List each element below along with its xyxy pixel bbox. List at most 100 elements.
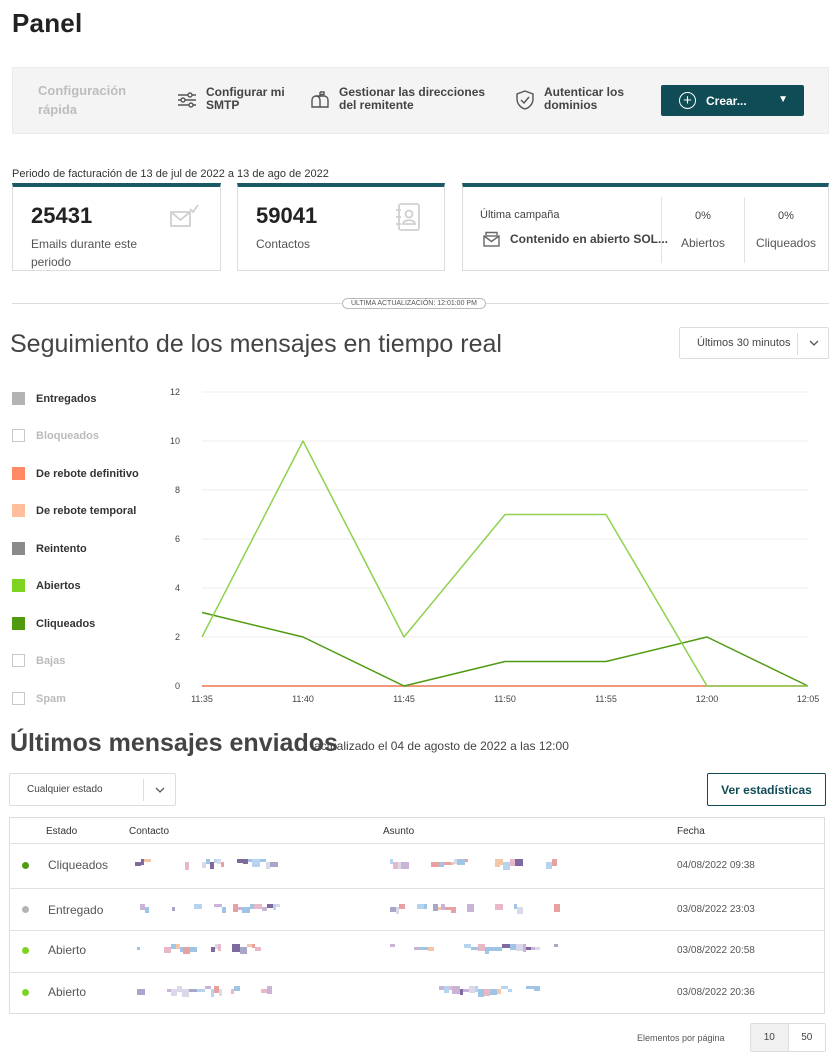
column-header-contact: Contacto <box>129 826 170 837</box>
redacted-subject <box>390 944 558 956</box>
create-button[interactable]: + Crear... ▼ <box>661 85 804 116</box>
last-campaign-card[interactable]: Última campaña Contenido en abierto SOL.… <box>462 183 829 271</box>
authenticate-domains-label: Autenticar los dominios <box>544 85 625 112</box>
configure-smtp-link[interactable]: Configurar mi SMTP <box>176 86 286 112</box>
y-tick-label: 0 <box>175 681 180 691</box>
contacts-card: 59041 Contactos <box>237 183 445 271</box>
redacted-contact <box>137 944 277 956</box>
redacted-contact <box>135 859 278 871</box>
quick-setup-bar: Configuración rápida Configurar mi SMTP … <box>12 67 829 134</box>
address-book-icon <box>396 203 420 231</box>
authenticate-domains-link[interactable]: Autenticar los dominios <box>514 86 634 112</box>
opened-label: Abiertos <box>680 236 726 250</box>
legend-label: Bloqueados <box>36 429 99 442</box>
last-campaign-name[interactable]: Contenido en abierto SOL... <box>483 231 668 247</box>
table-row[interactable]: Entregado 03/08/2022 23:03 <box>10 888 824 930</box>
legend-item-clicked[interactable]: Cliqueados <box>12 617 95 630</box>
row-date: 03/08/2022 20:58 <box>677 945 755 956</box>
row-date: 03/08/2022 20:36 <box>677 987 755 998</box>
select-separator <box>797 333 798 355</box>
sent-messages-title: Últimos mensajes enviados <box>10 729 338 757</box>
last-update-badge: ÚLTIMA ACTUALIZACIÓN: 12:01:00 PM <box>342 298 486 309</box>
y-tick-label: 8 <box>175 485 180 495</box>
redacted-subject <box>390 859 557 871</box>
sent-messages-table: Estado Contacto Asunto Fecha Cliqueados … <box>9 817 825 1014</box>
row-state: Abierto <box>48 943 87 957</box>
contacts-label: Contactos <box>256 237 311 251</box>
status-dot <box>22 906 29 913</box>
redacted-contact <box>137 986 277 998</box>
legend-swatch <box>12 542 25 555</box>
legend-label: Abiertos <box>36 579 81 592</box>
legend-swatch <box>12 429 25 442</box>
legend-swatch <box>12 392 25 405</box>
y-tick-label: 12 <box>170 387 180 397</box>
tracking-title: Seguimiento de los mensajes en tiempo re… <box>10 330 502 358</box>
legend-item-opened[interactable]: Abiertos <box>12 579 81 592</box>
time-range-value: Últimos 30 minutos <box>697 337 791 349</box>
y-tick-label: 4 <box>175 583 180 593</box>
row-date: 03/08/2022 23:03 <box>677 904 755 915</box>
clicked-label: Cliqueados <box>755 236 817 250</box>
table-row[interactable]: Cliqueados 04/08/2022 09:38 <box>10 843 824 888</box>
mailbox-icon <box>311 91 329 108</box>
items-per-page-label: Elementos por página <box>637 1033 725 1043</box>
series-line-abiertos <box>201 440 808 687</box>
state-filter-select[interactable]: Cualquier estado <box>9 773 176 806</box>
manage-senders-link[interactable]: Gestionar las direcciones del remitente <box>309 86 499 112</box>
legend-swatch <box>12 579 25 592</box>
x-tick-label: 11:35 <box>191 694 213 704</box>
x-tick-label: 11:45 <box>393 694 415 704</box>
row-state: Abierto <box>48 985 87 999</box>
x-tick-label: 11:55 <box>595 694 617 704</box>
redacted-subject <box>390 904 560 916</box>
legend-item-soft-bounce[interactable]: De rebote temporal <box>12 504 136 517</box>
row-state: Cliqueados <box>48 858 109 872</box>
emails-label: Emails durante este periodo <box>31 237 138 269</box>
legend-item-unsubscribed[interactable]: Bajas <box>12 654 65 667</box>
last-campaign-label: Última campaña <box>480 209 560 221</box>
legend-label: Spam <box>36 692 66 705</box>
campaign-envelope-icon <box>483 231 500 247</box>
legend-item-delivered[interactable]: Entregados <box>12 392 97 405</box>
y-tick-label: 6 <box>175 534 180 544</box>
column-header-date: Fecha <box>677 826 705 837</box>
emails-count: 25431 <box>31 203 93 228</box>
x-tick-label: 12:05 <box>797 694 820 704</box>
legend-swatch <box>12 467 25 480</box>
view-stats-button[interactable]: Ver estadísticas <box>707 773 826 806</box>
redacted-contact <box>140 904 280 916</box>
clicked-rate: 0% <box>778 210 794 222</box>
legend-swatch <box>12 504 25 517</box>
legend-label: De rebote definitivo <box>36 467 139 480</box>
legend-label: Reintento <box>36 542 87 555</box>
tracking-line-chart: 0 2 4 6 8 10 12 11:35 11:40 11:45 11:50 11:55 12:00 1… <box>170 387 820 704</box>
legend-swatch <box>12 692 25 705</box>
table-row[interactable]: Abierto 03/08/2022 20:58 <box>10 930 824 972</box>
time-range-select[interactable]: Últimos 30 minutos <box>679 327 829 359</box>
select-separator <box>143 779 144 801</box>
state-filter-value: Cualquier estado <box>27 784 103 795</box>
table-row[interactable]: Abierto 03/08/2022 20:36 <box>10 972 824 1014</box>
legend-swatch <box>12 654 25 667</box>
legend-item-hard-bounce[interactable]: De rebote definitivo <box>12 467 139 480</box>
caret-down-icon: ▼ <box>778 94 788 105</box>
quick-setup-title: Configuración rápida <box>38 83 127 117</box>
legend-item-retry[interactable]: Reintento <box>12 542 87 555</box>
legend-item-blocked[interactable]: Bloqueados <box>12 429 99 442</box>
series-line-cliqueados <box>201 611 809 687</box>
chevron-down-icon <box>809 340 819 346</box>
x-tick-label: 11:40 <box>292 694 314 704</box>
sliders-icon <box>178 92 196 108</box>
page-size-option[interactable]: 50 <box>789 1024 826 1051</box>
card-divider <box>661 197 662 263</box>
configure-smtp-label: Configurar mi SMTP <box>206 85 285 112</box>
legend-label: Bajas <box>36 654 66 667</box>
column-header-subject: Asunto <box>383 826 415 837</box>
column-header-state: Estado <box>46 826 78 837</box>
last-campaign-title: Contenido en abierto SOL... <box>510 232 669 246</box>
page-size-option[interactable]: 10 <box>751 1024 789 1051</box>
legend-item-spam[interactable]: Spam <box>12 692 66 705</box>
manage-senders-label: Gestionar las direcciones del remitente <box>339 85 486 112</box>
status-dot <box>22 862 29 869</box>
